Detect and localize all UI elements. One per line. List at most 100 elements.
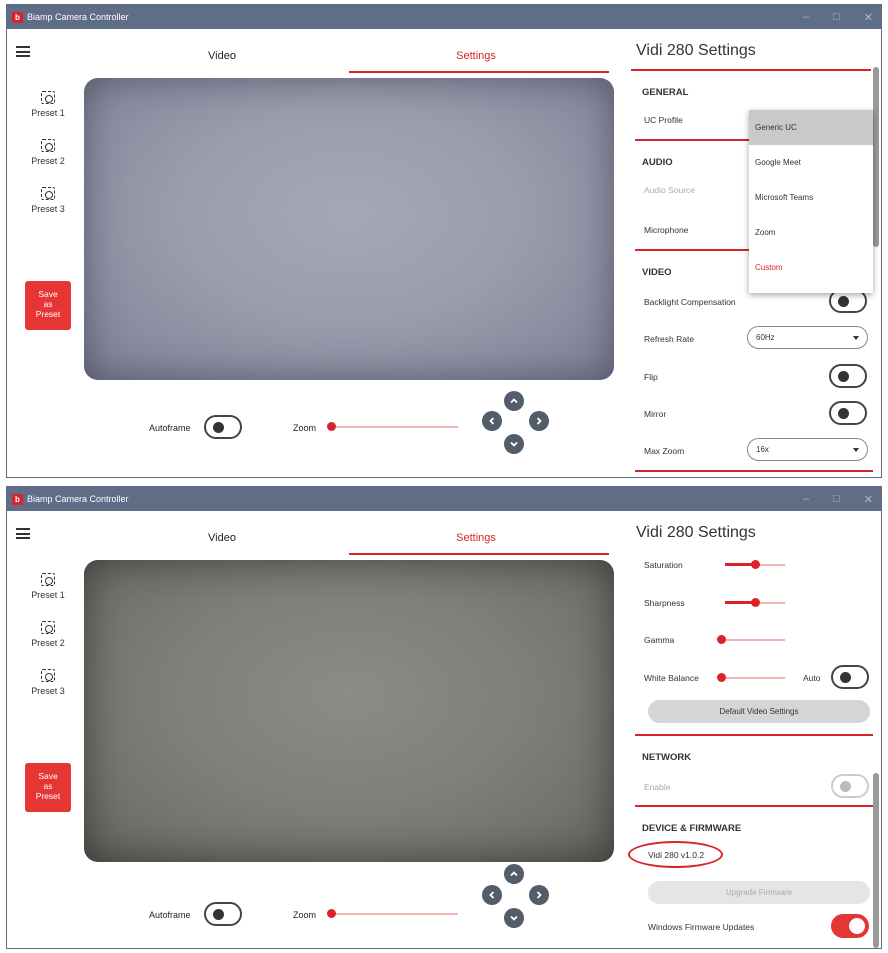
preset-1-button[interactable]: Preset 1: [19, 573, 77, 600]
settings-scrollbar[interactable]: [873, 773, 879, 948]
saturation-slider-thumb[interactable]: [751, 560, 760, 569]
uc-profile-option[interactable]: Custom: [749, 250, 873, 285]
active-tab-indicator: [349, 553, 609, 555]
saturation-label: Saturation: [644, 560, 683, 570]
camera-focus-icon: [41, 91, 55, 104]
uc-profile-label: UC Profile: [644, 115, 683, 125]
camera-focus-icon: [41, 139, 55, 152]
upgrade-firmware-button[interactable]: Upgrade Firmware: [648, 881, 870, 904]
zoom-label: Zoom: [293, 910, 317, 920]
chevron-right-icon: [536, 417, 542, 425]
max-zoom-label: Max Zoom: [644, 446, 685, 456]
zoom-slider[interactable]: [331, 913, 458, 915]
close-button[interactable]: ✕: [864, 493, 873, 506]
white-balance-slider-thumb[interactable]: [717, 673, 726, 682]
pan-down-button[interactable]: [504, 908, 524, 928]
white-balance-auto-toggle[interactable]: [831, 665, 869, 689]
save-label-line: Preset: [35, 791, 61, 801]
maximize-button[interactable]: □: [833, 11, 840, 23]
preset-label: Preset 1: [31, 590, 65, 600]
camera-focus-icon: [41, 669, 55, 682]
device-firmware-section-heading: DEVICE & FIRMWARE: [642, 823, 742, 834]
preset-3-button[interactable]: Preset 3: [19, 187, 77, 214]
uc-profile-option[interactable]: Microsoft Teams: [749, 180, 873, 215]
zoom-slider-thumb[interactable]: [327, 909, 336, 918]
general-section-heading: GENERAL: [642, 87, 689, 98]
preset-2-button[interactable]: Preset 2: [19, 139, 77, 166]
menu-icon[interactable]: [16, 46, 30, 57]
preset-label: Preset 3: [31, 686, 65, 696]
chevron-down-icon: [510, 915, 518, 921]
preset-label: Preset 3: [31, 204, 65, 214]
pan-left-button[interactable]: [482, 885, 502, 905]
white-balance-slider[interactable]: [719, 677, 785, 679]
gamma-slider-thumb[interactable]: [717, 635, 726, 644]
tab-video[interactable]: Video: [147, 50, 297, 62]
pan-left-button[interactable]: [482, 411, 502, 431]
save-label-line: Save: [38, 289, 58, 299]
uc-profile-option[interactable]: Google Meet: [749, 145, 873, 180]
chevron-up-icon: [510, 398, 518, 404]
pan-right-button[interactable]: [529, 411, 549, 431]
tab-video[interactable]: Video: [147, 532, 297, 544]
white-balance-label: White Balance: [644, 673, 699, 683]
chevron-left-icon: [489, 891, 495, 899]
tab-settings[interactable]: Settings: [401, 50, 551, 62]
network-enable-toggle[interactable]: [831, 774, 869, 798]
biamp-logo-icon: b: [12, 493, 23, 505]
chevron-right-icon: [536, 891, 542, 899]
close-button[interactable]: ✕: [864, 11, 873, 24]
camera-focus-icon: [41, 621, 55, 634]
chevron-down-icon: [853, 448, 859, 452]
chevron-down-icon: [853, 336, 859, 340]
auto-label: Auto: [803, 673, 821, 683]
autoframe-label: Autoframe: [149, 423, 191, 433]
windows-firmware-updates-toggle[interactable]: [831, 914, 869, 938]
tab-settings[interactable]: Settings: [401, 532, 551, 544]
default-video-settings-button[interactable]: Default Video Settings: [648, 700, 870, 723]
settings-scrollbar[interactable]: [873, 67, 879, 247]
section-divider: [635, 805, 873, 807]
save-label-line: Preset: [35, 309, 61, 319]
save-as-preset-button[interactable]: Save as Preset: [25, 763, 71, 812]
zoom-slider-thumb[interactable]: [327, 422, 336, 431]
flip-toggle[interactable]: [829, 364, 867, 388]
section-divider: [635, 734, 873, 736]
pan-up-button[interactable]: [504, 391, 524, 411]
mirror-label: Mirror: [644, 409, 667, 419]
minimize-button[interactable]: –: [803, 11, 809, 23]
mirror-toggle[interactable]: [829, 401, 867, 425]
title-bar: b Biamp Camera Controller – □ ✕: [7, 5, 881, 29]
preset-1-button[interactable]: Preset 1: [19, 91, 77, 118]
settings-panel-title: Vidi 280 Settings: [636, 524, 756, 541]
refresh-rate-select[interactable]: 60Hz: [747, 326, 868, 349]
preset-label: Preset 2: [31, 156, 65, 166]
uc-profile-option[interactable]: Generic UC: [749, 110, 873, 145]
menu-icon[interactable]: [16, 528, 30, 539]
autoframe-toggle[interactable]: [204, 902, 242, 926]
pan-up-button[interactable]: [504, 864, 524, 884]
maximize-button[interactable]: □: [833, 493, 840, 505]
gamma-slider[interactable]: [719, 639, 785, 641]
zoom-label: Zoom: [293, 423, 317, 433]
sharpness-slider-thumb[interactable]: [751, 598, 760, 607]
pan-right-button[interactable]: [529, 885, 549, 905]
uc-profile-dropdown: Generic UC Google Meet Microsoft Teams Z…: [749, 110, 873, 293]
save-label-line: as: [43, 299, 53, 309]
pan-down-button[interactable]: [504, 434, 524, 454]
window-controls: – □ ✕: [803, 487, 873, 511]
camera-video-feed: [84, 560, 614, 862]
zoom-slider[interactable]: [331, 426, 458, 428]
uc-profile-option[interactable]: Zoom: [749, 215, 873, 250]
save-as-preset-button[interactable]: Save as Preset: [25, 281, 71, 330]
preset-3-button[interactable]: Preset 3: [19, 669, 77, 696]
preset-2-button[interactable]: Preset 2: [19, 621, 77, 648]
save-label-line: Save: [38, 771, 58, 781]
autoframe-toggle[interactable]: [204, 415, 242, 439]
title-bar: b Biamp Camera Controller – □ ✕: [7, 487, 881, 511]
max-zoom-select[interactable]: 16x: [747, 438, 868, 461]
audio-section-heading: AUDIO: [642, 157, 673, 168]
chevron-up-icon: [510, 871, 518, 877]
minimize-button[interactable]: –: [803, 493, 809, 505]
preset-list: Preset 1 Preset 2 Preset 3: [19, 91, 77, 235]
